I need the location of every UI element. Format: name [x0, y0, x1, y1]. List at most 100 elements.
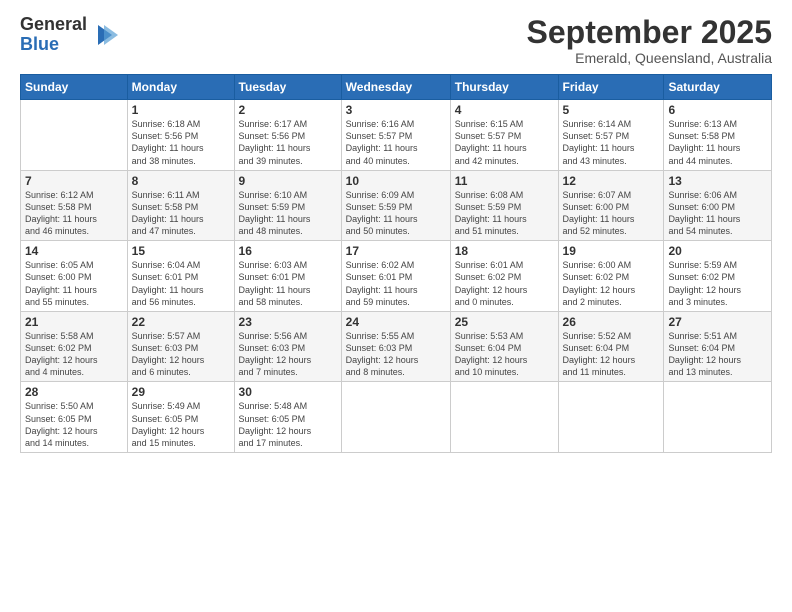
calendar-cell: 8Sunrise: 6:11 AMSunset: 5:58 PMDaylight… — [127, 170, 234, 241]
column-header-monday: Monday — [127, 75, 234, 100]
calendar-header-row: SundayMondayTuesdayWednesdayThursdayFrid… — [21, 75, 772, 100]
calendar-cell: 23Sunrise: 5:56 AMSunset: 6:03 PMDayligh… — [234, 311, 341, 382]
calendar-cell — [450, 382, 558, 453]
calendar-cell: 30Sunrise: 5:48 AMSunset: 6:05 PMDayligh… — [234, 382, 341, 453]
day-number: 26 — [563, 315, 660, 329]
day-number: 15 — [132, 244, 230, 258]
day-info: Sunrise: 6:04 AMSunset: 6:01 PMDaylight:… — [132, 259, 230, 308]
calendar-cell: 25Sunrise: 5:53 AMSunset: 6:04 PMDayligh… — [450, 311, 558, 382]
day-info: Sunrise: 6:14 AMSunset: 5:57 PMDaylight:… — [563, 118, 660, 167]
day-info: Sunrise: 5:55 AMSunset: 6:03 PMDaylight:… — [346, 330, 446, 379]
day-number: 7 — [25, 174, 123, 188]
day-number: 14 — [25, 244, 123, 258]
day-number: 20 — [668, 244, 767, 258]
day-info: Sunrise: 6:02 AMSunset: 6:01 PMDaylight:… — [346, 259, 446, 308]
day-info: Sunrise: 5:58 AMSunset: 6:02 PMDaylight:… — [25, 330, 123, 379]
calendar-cell: 14Sunrise: 6:05 AMSunset: 6:00 PMDayligh… — [21, 241, 128, 312]
logo-blue: Blue — [20, 35, 87, 55]
calendar-cell: 15Sunrise: 6:04 AMSunset: 6:01 PMDayligh… — [127, 241, 234, 312]
calendar-cell: 5Sunrise: 6:14 AMSunset: 5:57 PMDaylight… — [558, 100, 664, 171]
day-info: Sunrise: 6:05 AMSunset: 6:00 PMDaylight:… — [25, 259, 123, 308]
logo-general: General — [20, 15, 87, 35]
day-number: 17 — [346, 244, 446, 258]
calendar-table: SundayMondayTuesdayWednesdayThursdayFrid… — [20, 74, 772, 453]
day-info: Sunrise: 6:15 AMSunset: 5:57 PMDaylight:… — [455, 118, 554, 167]
day-number: 19 — [563, 244, 660, 258]
day-info: Sunrise: 6:16 AMSunset: 5:57 PMDaylight:… — [346, 118, 446, 167]
day-info: Sunrise: 5:53 AMSunset: 6:04 PMDaylight:… — [455, 330, 554, 379]
column-header-friday: Friday — [558, 75, 664, 100]
calendar-cell — [21, 100, 128, 171]
day-info: Sunrise: 6:11 AMSunset: 5:58 PMDaylight:… — [132, 189, 230, 238]
month-title: September 2025 — [527, 15, 772, 50]
calendar-cell: 17Sunrise: 6:02 AMSunset: 6:01 PMDayligh… — [341, 241, 450, 312]
day-info: Sunrise: 6:12 AMSunset: 5:58 PMDaylight:… — [25, 189, 123, 238]
calendar-cell: 13Sunrise: 6:06 AMSunset: 6:00 PMDayligh… — [664, 170, 772, 241]
day-number: 1 — [132, 103, 230, 117]
day-number: 2 — [239, 103, 337, 117]
title-area: September 2025 Emerald, Queensland, Aust… — [527, 15, 772, 66]
day-number: 28 — [25, 385, 123, 399]
calendar-cell — [664, 382, 772, 453]
location-subtitle: Emerald, Queensland, Australia — [527, 50, 772, 66]
calendar-week-4: 21Sunrise: 5:58 AMSunset: 6:02 PMDayligh… — [21, 311, 772, 382]
day-number: 4 — [455, 103, 554, 117]
column-header-thursday: Thursday — [450, 75, 558, 100]
day-number: 11 — [455, 174, 554, 188]
calendar-cell: 7Sunrise: 6:12 AMSunset: 5:58 PMDaylight… — [21, 170, 128, 241]
column-header-wednesday: Wednesday — [341, 75, 450, 100]
day-info: Sunrise: 5:59 AMSunset: 6:02 PMDaylight:… — [668, 259, 767, 308]
day-info: Sunrise: 6:17 AMSunset: 5:56 PMDaylight:… — [239, 118, 337, 167]
calendar-cell: 6Sunrise: 6:13 AMSunset: 5:58 PMDaylight… — [664, 100, 772, 171]
calendar-cell: 4Sunrise: 6:15 AMSunset: 5:57 PMDaylight… — [450, 100, 558, 171]
day-number: 23 — [239, 315, 337, 329]
day-number: 10 — [346, 174, 446, 188]
day-info: Sunrise: 6:18 AMSunset: 5:56 PMDaylight:… — [132, 118, 230, 167]
day-info: Sunrise: 5:57 AMSunset: 6:03 PMDaylight:… — [132, 330, 230, 379]
calendar-week-2: 7Sunrise: 6:12 AMSunset: 5:58 PMDaylight… — [21, 170, 772, 241]
day-info: Sunrise: 6:08 AMSunset: 5:59 PMDaylight:… — [455, 189, 554, 238]
day-info: Sunrise: 6:03 AMSunset: 6:01 PMDaylight:… — [239, 259, 337, 308]
calendar-cell: 1Sunrise: 6:18 AMSunset: 5:56 PMDaylight… — [127, 100, 234, 171]
day-info: Sunrise: 5:56 AMSunset: 6:03 PMDaylight:… — [239, 330, 337, 379]
calendar-cell: 16Sunrise: 6:03 AMSunset: 6:01 PMDayligh… — [234, 241, 341, 312]
day-number: 8 — [132, 174, 230, 188]
day-info: Sunrise: 6:13 AMSunset: 5:58 PMDaylight:… — [668, 118, 767, 167]
day-number: 16 — [239, 244, 337, 258]
day-number: 18 — [455, 244, 554, 258]
page-header: General Blue September 2025 Emerald, Que… — [20, 15, 772, 66]
day-number: 25 — [455, 315, 554, 329]
calendar-cell: 18Sunrise: 6:01 AMSunset: 6:02 PMDayligh… — [450, 241, 558, 312]
column-header-sunday: Sunday — [21, 75, 128, 100]
day-info: Sunrise: 5:49 AMSunset: 6:05 PMDaylight:… — [132, 400, 230, 449]
day-number: 6 — [668, 103, 767, 117]
day-info: Sunrise: 6:01 AMSunset: 6:02 PMDaylight:… — [455, 259, 554, 308]
column-header-tuesday: Tuesday — [234, 75, 341, 100]
calendar-cell — [558, 382, 664, 453]
day-info: Sunrise: 6:09 AMSunset: 5:59 PMDaylight:… — [346, 189, 446, 238]
day-info: Sunrise: 6:06 AMSunset: 6:00 PMDaylight:… — [668, 189, 767, 238]
calendar-week-1: 1Sunrise: 6:18 AMSunset: 5:56 PMDaylight… — [21, 100, 772, 171]
calendar-cell: 26Sunrise: 5:52 AMSunset: 6:04 PMDayligh… — [558, 311, 664, 382]
calendar-cell: 12Sunrise: 6:07 AMSunset: 6:00 PMDayligh… — [558, 170, 664, 241]
calendar-cell: 9Sunrise: 6:10 AMSunset: 5:59 PMDaylight… — [234, 170, 341, 241]
day-number: 13 — [668, 174, 767, 188]
logo: General Blue — [20, 15, 118, 55]
day-number: 3 — [346, 103, 446, 117]
calendar-cell: 28Sunrise: 5:50 AMSunset: 6:05 PMDayligh… — [21, 382, 128, 453]
day-number: 27 — [668, 315, 767, 329]
day-info: Sunrise: 5:48 AMSunset: 6:05 PMDaylight:… — [239, 400, 337, 449]
day-number: 30 — [239, 385, 337, 399]
calendar-cell — [341, 382, 450, 453]
day-number: 12 — [563, 174, 660, 188]
column-header-saturday: Saturday — [664, 75, 772, 100]
logo-icon — [90, 21, 118, 49]
calendar-week-3: 14Sunrise: 6:05 AMSunset: 6:00 PMDayligh… — [21, 241, 772, 312]
calendar-cell: 11Sunrise: 6:08 AMSunset: 5:59 PMDayligh… — [450, 170, 558, 241]
calendar-cell: 19Sunrise: 6:00 AMSunset: 6:02 PMDayligh… — [558, 241, 664, 312]
calendar-cell: 21Sunrise: 5:58 AMSunset: 6:02 PMDayligh… — [21, 311, 128, 382]
day-number: 21 — [25, 315, 123, 329]
day-info: Sunrise: 6:00 AMSunset: 6:02 PMDaylight:… — [563, 259, 660, 308]
calendar-cell: 2Sunrise: 6:17 AMSunset: 5:56 PMDaylight… — [234, 100, 341, 171]
day-number: 22 — [132, 315, 230, 329]
